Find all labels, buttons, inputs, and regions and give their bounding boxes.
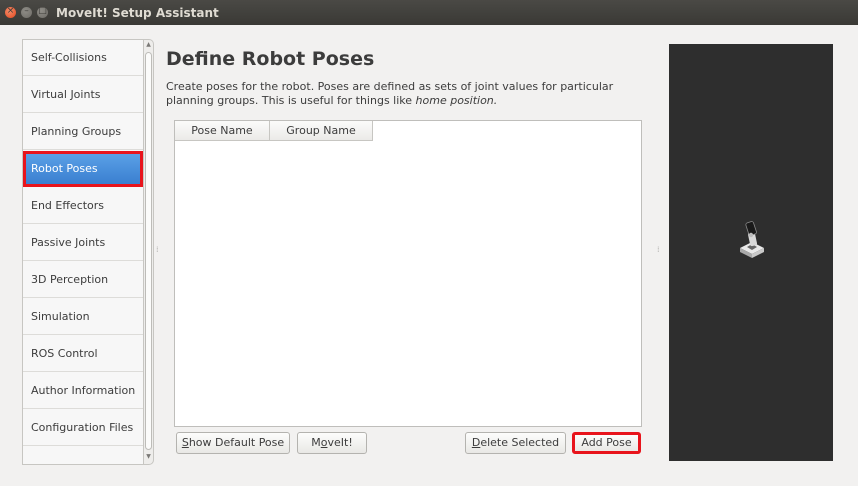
sidebar-item-passive-joints[interactable]: Passive Joints xyxy=(23,225,143,261)
robot-3d-viewport[interactable] xyxy=(669,44,833,461)
poses-table-header: Pose Name Group Name xyxy=(175,121,373,141)
sidebar-item-ros-control[interactable]: ROS Control xyxy=(23,336,143,372)
maximize-icon: □ xyxy=(38,6,47,16)
sidebar-scrollbar-thumb[interactable] xyxy=(145,52,152,450)
poses-table[interactable]: Pose Name Group Name xyxy=(174,120,642,427)
splitter-handle-right[interactable]: ⁞ xyxy=(657,245,660,254)
show-default-pose-button[interactable]: Show Default Pose xyxy=(176,432,290,454)
window-title: MoveIt! Setup Assistant xyxy=(56,6,219,20)
column-header-pose-name[interactable]: Pose Name xyxy=(175,121,270,141)
description-line-1: Create poses for the robot. Poses are de… xyxy=(166,80,614,93)
sidebar-item-virtual-joints[interactable]: Virtual Joints xyxy=(23,77,143,113)
sidebar-item-author-information[interactable]: Author Information xyxy=(23,373,143,409)
description-line-2: planning groups. This is useful for thin… xyxy=(166,94,498,107)
delete-selected-button[interactable]: Delete Selected xyxy=(465,432,566,454)
sidebar-nav: Self-Collisions Virtual Joints Planning … xyxy=(22,39,144,465)
close-icon: × xyxy=(6,6,15,16)
sidebar-item-configuration-files[interactable]: Configuration Files xyxy=(23,410,143,446)
sidebar-item-self-collisions[interactable]: Self-Collisions xyxy=(23,40,143,76)
splitter-handle-left[interactable]: ⁞ xyxy=(156,245,159,254)
sidebar-item-planning-groups[interactable]: Planning Groups xyxy=(23,114,143,150)
page-description: Create poses for the robot. Poses are de… xyxy=(166,80,646,108)
scroll-up-icon[interactable]: ▲ xyxy=(144,41,153,48)
minimize-icon: – xyxy=(24,6,29,16)
column-header-group-name[interactable]: Group Name xyxy=(270,121,373,141)
sidebar-item-end-effectors[interactable]: End Effectors xyxy=(23,188,143,224)
add-pose-button[interactable]: Add Pose xyxy=(572,432,641,454)
window-minimize-button[interactable]: – xyxy=(21,6,32,18)
sidebar-scrollbar[interactable]: ▲ ▼ xyxy=(144,39,154,465)
moveit-button[interactable]: MoveIt! xyxy=(297,432,367,454)
page-title: Define Robot Poses xyxy=(166,48,375,70)
window-close-button[interactable]: × xyxy=(5,6,16,18)
sidebar-item-3d-perception[interactable]: 3D Perception xyxy=(23,262,143,298)
scroll-down-icon[interactable]: ▼ xyxy=(144,453,153,460)
window-maximize-button[interactable]: □ xyxy=(37,6,48,18)
sidebar-item-simulation[interactable]: Simulation xyxy=(23,299,143,335)
description-emphasis: home position. xyxy=(415,94,498,107)
window-titlebar: × – □ MoveIt! Setup Assistant xyxy=(0,0,858,25)
sidebar-item-robot-poses[interactable]: Robot Poses xyxy=(23,151,143,187)
robot-model-icon xyxy=(740,221,764,258)
